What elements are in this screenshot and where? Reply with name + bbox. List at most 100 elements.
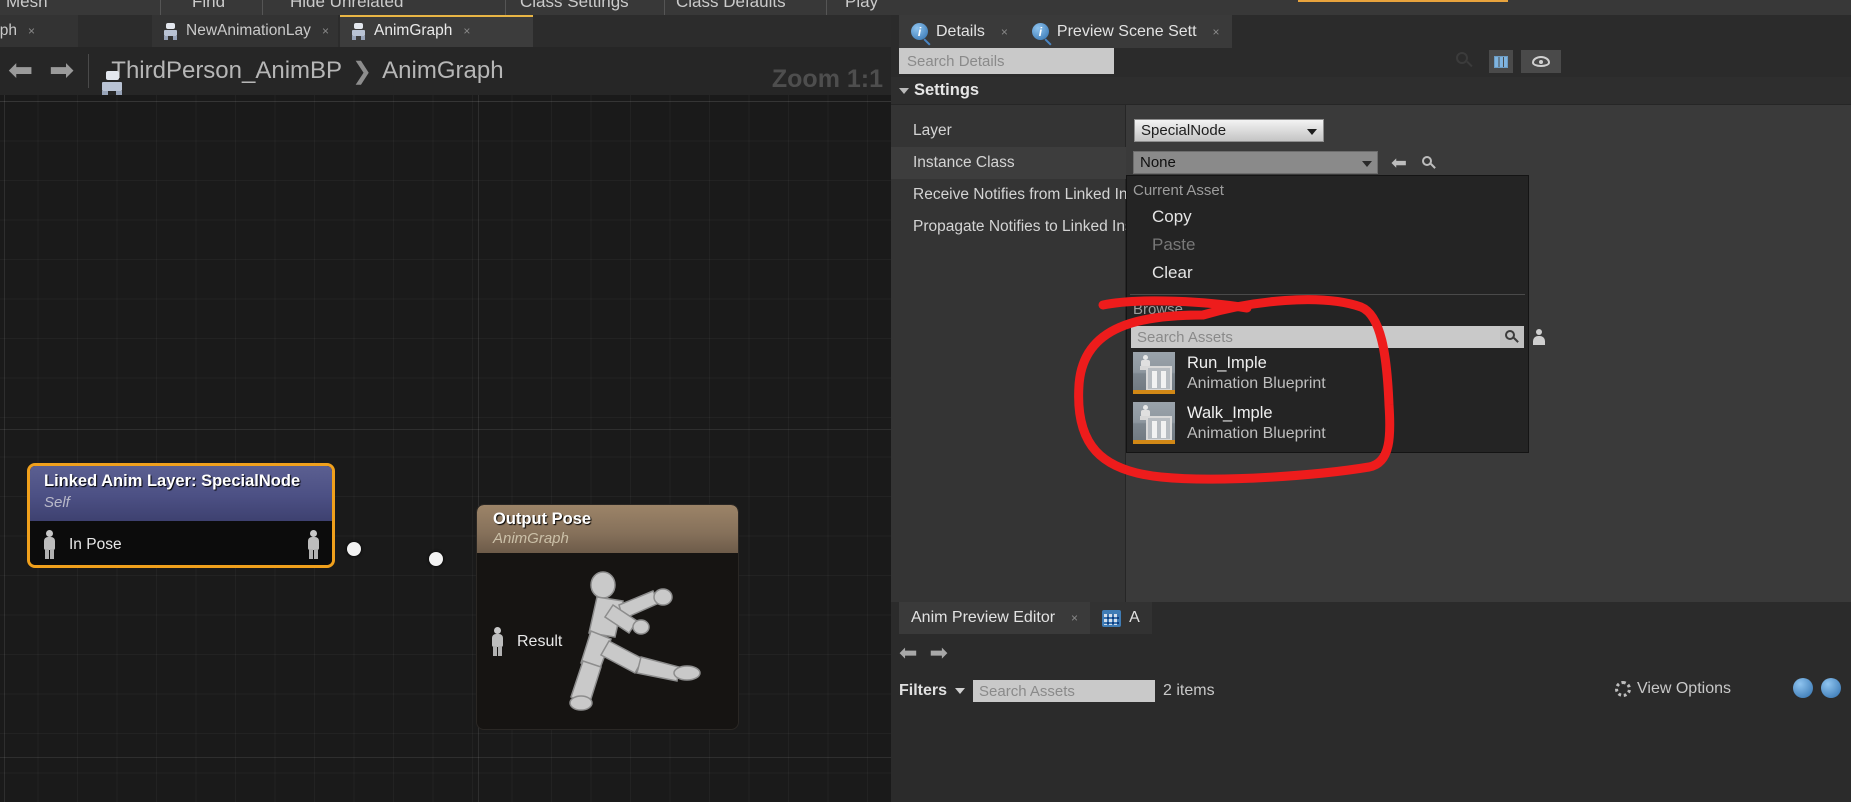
- node-linked-anim-layer[interactable]: Linked Anim Layer: SpecialNode Self In P…: [27, 463, 335, 568]
- forward-arrow-icon[interactable]: ➡: [929, 640, 947, 666]
- tab-asset-browser[interactable]: A: [1090, 602, 1152, 634]
- menu-divider: [664, 0, 665, 15]
- tab-details[interactable]: i Details ×: [899, 15, 1020, 48]
- node-header: Linked Anim Layer: SpecialNode Self: [30, 466, 332, 521]
- close-icon[interactable]: ×: [1213, 25, 1220, 39]
- close-icon[interactable]: ×: [463, 24, 470, 38]
- filters-label[interactable]: Filters: [899, 682, 947, 700]
- tab-anim-graph[interactable]: AnimGraph ×: [340, 15, 533, 47]
- node-subtitle: Self: [44, 494, 70, 511]
- browse-to-asset-button[interactable]: [1418, 152, 1440, 174]
- layer-combo-box[interactable]: SpecialNode: [1134, 119, 1324, 142]
- chevron-down-icon: [1362, 161, 1372, 167]
- info-icon[interactable]: [1793, 678, 1813, 698]
- grid-view-icon-button[interactable]: [1489, 50, 1513, 73]
- settings-section-header[interactable]: Settings: [891, 77, 1851, 105]
- view-options-button[interactable]: View Options: [1615, 680, 1731, 698]
- chevron-down-icon: [899, 87, 909, 94]
- wire-reroute-knob[interactable]: [347, 542, 361, 556]
- breadcrumb-root[interactable]: ThirdPerson_AnimBP: [111, 57, 342, 85]
- active-toolbar-highlight: [1298, 0, 1508, 2]
- tab-label: Preview Scene Sett: [1056, 22, 1197, 40]
- graph-tab-bar: Event Graph × NewAnimationLay × AnimGrap…: [0, 15, 891, 47]
- pose-output-pin-icon[interactable]: [305, 530, 322, 559]
- result-pin-label: Result: [517, 632, 563, 650]
- chevron-down-icon[interactable]: [955, 688, 966, 694]
- asset-name: Run_Imple: [1187, 353, 1267, 372]
- menu-divider: [826, 0, 827, 15]
- menu-item-paste: Paste: [1152, 235, 1196, 254]
- asset-picker-dropdown: Current Asset Copy Paste Clear Browse Se…: [1126, 175, 1545, 453]
- eye-visibility-icon: [1532, 56, 1550, 67]
- left-arrow-icon: ⬅: [1391, 152, 1407, 174]
- tab-label: A: [1129, 609, 1140, 626]
- items-count-label: 2 items: [1163, 682, 1215, 699]
- anim-preview-editor-panel: Anim Preview Editor × A ⬅ ➡ Filters 2 it…: [891, 602, 1851, 802]
- back-arrow-icon[interactable]: ⬅: [899, 640, 917, 666]
- result-pin-row: Result: [489, 627, 562, 656]
- search-assets-input[interactable]: [1131, 326, 1500, 348]
- asset-browser-search-input[interactable]: [973, 680, 1156, 702]
- tab-event-graph[interactable]: Event Graph ×: [0, 15, 78, 47]
- tab-label: Details: [936, 22, 985, 40]
- menu-item-class-defaults[interactable]: Class Defaults: [676, 0, 786, 12]
- node-output-pose[interactable]: Output Pose AnimGraph Result: [477, 505, 738, 729]
- search-details-input[interactable]: [899, 48, 1114, 74]
- search-icon[interactable]: [1500, 326, 1524, 348]
- details-tab-bar: i Details × i Preview Scene Sett ×: [899, 15, 1232, 48]
- gear-icon: [1615, 681, 1632, 697]
- asset-list-item[interactable]: Walk_Imple Animation Blueprint: [1127, 398, 1528, 448]
- pose-pin-icon[interactable]: [489, 627, 506, 656]
- browse-section-label: Browse: [1133, 301, 1184, 318]
- graph-canvas[interactable]: Linked Anim Layer: SpecialNode Self In P…: [0, 95, 891, 802]
- close-icon[interactable]: ×: [1071, 611, 1078, 625]
- divider: [88, 54, 90, 88]
- user-filter-icon[interactable]: [1527, 326, 1551, 348]
- menu-item-class-settings[interactable]: Class Settings: [520, 0, 629, 12]
- tab-new-animation-layer[interactable]: NewAnimationLay ×: [152, 15, 338, 47]
- chevron-down-icon: [1307, 129, 1317, 135]
- pose-pin-icon[interactable]: [41, 530, 58, 559]
- view-options-label: View Options: [1637, 680, 1731, 697]
- menu-item-hide-unrelated[interactable]: Hide Unrelated: [290, 0, 403, 12]
- breadcrumb-current[interactable]: AnimGraph: [382, 57, 503, 85]
- node-header: Output Pose AnimGraph: [477, 505, 738, 553]
- eye-visibility-icon-button[interactable]: [1521, 50, 1561, 73]
- asset-meta: Run_Imple Animation Blueprint: [1187, 354, 1326, 393]
- bottom-nav-row: ⬅ ➡: [899, 640, 948, 666]
- asset-search-row: [1131, 326, 1545, 348]
- menu-item-clear[interactable]: Clear: [1127, 259, 1528, 287]
- menu-item-copy[interactable]: Copy: [1127, 203, 1528, 231]
- node-subtitle: AnimGraph: [493, 530, 569, 547]
- forward-arrow-icon[interactable]: ➡: [41, 56, 82, 86]
- tab-anim-preview-editor[interactable]: Anim Preview Editor ×: [899, 602, 1091, 634]
- back-arrow-icon[interactable]: ⬅: [0, 56, 41, 86]
- asset-name: Walk_Imple: [1187, 403, 1273, 422]
- details-search-row: [899, 48, 1479, 74]
- close-icon[interactable]: ×: [1001, 25, 1008, 39]
- chevron-right-icon: ❯: [352, 57, 373, 85]
- asset-list-item[interactable]: Run_Imple Animation Blueprint: [1127, 348, 1528, 398]
- close-icon[interactable]: ×: [322, 24, 329, 38]
- node-title: Linked Anim Layer: SpecialNode: [44, 472, 301, 490]
- search-icon: [1421, 155, 1437, 171]
- tab-preview-scene-settings[interactable]: i Preview Scene Sett ×: [1019, 15, 1232, 48]
- menu-item-mesh[interactable]: Mesh: [6, 0, 48, 12]
- grid-view-icon: [1494, 55, 1508, 68]
- use-selected-asset-button[interactable]: ⬅: [1388, 152, 1410, 174]
- node-body: In Pose: [30, 521, 332, 565]
- user-icon[interactable]: [1821, 678, 1841, 698]
- anim-bp-thumbnail: [1133, 352, 1175, 394]
- menu-item-find[interactable]: Find: [192, 0, 225, 12]
- property-label: Propagate Notifies to Linked Instan: [913, 218, 1126, 235]
- search-icon[interactable]: [1456, 52, 1473, 69]
- tab-label: AnimGraph: [374, 22, 453, 39]
- close-icon[interactable]: ×: [28, 24, 35, 38]
- bottom-right-icons: [1793, 678, 1841, 698]
- menu-divider: [505, 0, 506, 15]
- menu-item-play[interactable]: Play: [845, 0, 878, 12]
- property-row-layer: Layer: [891, 115, 1126, 147]
- section-label: Settings: [914, 81, 980, 99]
- instance-class-asset-picker[interactable]: None: [1133, 151, 1378, 174]
- wire-reroute-knob[interactable]: [429, 552, 443, 566]
